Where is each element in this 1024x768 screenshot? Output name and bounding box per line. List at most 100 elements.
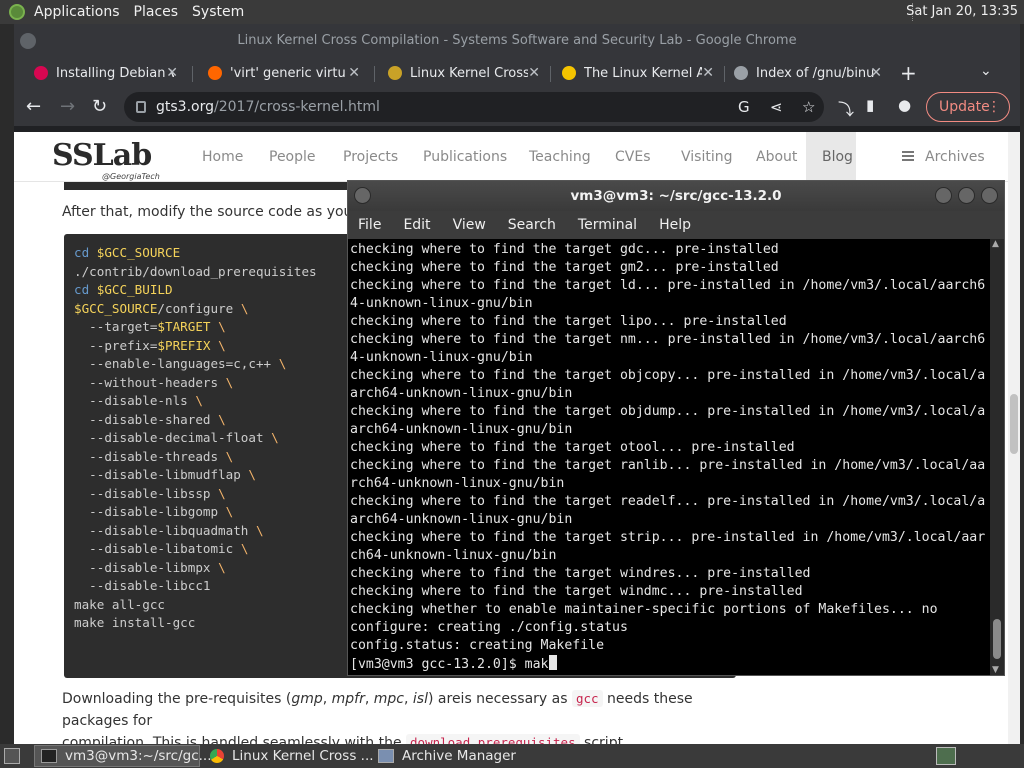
nav-people[interactable]: People xyxy=(269,149,316,165)
chevron-down-icon[interactable]: ⌄ xyxy=(980,63,992,79)
terminal-prompt-line[interactable]: [vm3@vm3 gcc-13.2.0]$ mak xyxy=(350,655,988,674)
code-text: \ xyxy=(188,393,203,408)
menu-search[interactable]: Search xyxy=(508,217,556,233)
terminal-scrollbar-thumb[interactable] xyxy=(993,619,1001,659)
code-text: --disable-decimal-float xyxy=(74,430,264,445)
chrome-window-title: Linux Kernel Cross Compilation - Systems… xyxy=(237,33,797,48)
nav-blog[interactable]: Blog xyxy=(822,149,853,165)
tab-installing-debian[interactable]: Installing Debian v ✕ xyxy=(24,58,186,88)
intro-paragraph: After that, modify the source code as yo… xyxy=(62,204,389,220)
applications-menu[interactable]: Applications xyxy=(34,4,120,20)
minimize-icon[interactable] xyxy=(935,187,952,204)
line-continuation: \ xyxy=(255,522,264,538)
share-icon[interactable]: ⋖ xyxy=(770,92,783,122)
bookmark-star-icon[interactable]: ☆ xyxy=(802,92,815,122)
terminal-prompt: [vm3@vm3 gcc-13.2.0]$ mak xyxy=(350,657,549,672)
scroll-down-icon[interactable]: ▼ xyxy=(992,665,999,675)
task-terminal[interactable]: vm3@vm3:~/src/gc... xyxy=(34,745,212,767)
terminal-output[interactable]: checking where to find the target gdc...… xyxy=(348,239,990,675)
update-label: Update xyxy=(939,99,990,115)
line-continuation: \ xyxy=(240,541,249,556)
nav-publications[interactable]: Publications xyxy=(423,149,507,165)
chrome-titlebar[interactable]: Linux Kernel Cross Compilation - Systems… xyxy=(14,24,1020,58)
extension-icon[interactable]: ⤵ xyxy=(838,96,854,120)
nav-projects[interactable]: Projects xyxy=(343,149,398,165)
update-button[interactable]: Update ⋮ xyxy=(926,92,1010,122)
task-label: Archive Manager xyxy=(402,748,516,764)
body-paragraph: Downloading the pre-requisites (gmp, mpf… xyxy=(62,688,752,744)
close-icon[interactable]: ✕ xyxy=(348,65,360,81)
terminal-line: checking where to find the target objcop… xyxy=(350,368,986,383)
side-panel-icon[interactable]: ▮ xyxy=(866,96,874,114)
nav-teaching[interactable]: Teaching xyxy=(529,149,591,165)
terminal-titlebar[interactable]: vm3@vm3: ~/src/gcc-13.2.0 xyxy=(348,181,1004,211)
tab-linux-kernel-archives[interactable]: The Linux Kernel A ✕ xyxy=(552,58,722,88)
terminal-window: vm3@vm3: ~/src/gcc-13.2.0 File Edit View… xyxy=(347,180,1005,676)
places-menu[interactable]: Places xyxy=(134,4,179,20)
menu-view[interactable]: View xyxy=(453,217,486,233)
clock[interactable]: Sat Jan 20, 13:35 xyxy=(906,4,1018,19)
terminal-line: ch64-unknown-linux-gnu/bin xyxy=(350,548,557,563)
nav-visiting[interactable]: Visiting xyxy=(681,149,732,165)
tab-label: 'virt' generic virtu xyxy=(230,65,346,81)
code-text: --disable-libssp xyxy=(74,485,211,501)
close-icon[interactable]: ✕ xyxy=(166,65,178,81)
tab-label: Installing Debian v xyxy=(56,65,174,81)
terminal-line: rch64-unknown-linux-gnu/bin xyxy=(350,476,565,491)
nav-about[interactable]: About xyxy=(756,149,797,165)
terminal-line: checking where to find the target objdum… xyxy=(350,404,986,419)
code-variable: $PREFIX xyxy=(157,337,211,353)
new-tab-plus-icon[interactable]: + xyxy=(900,61,917,85)
maximize-icon[interactable] xyxy=(958,187,975,204)
system-menu[interactable]: System xyxy=(192,4,244,20)
tab-linux-kernel-cross[interactable]: Linux Kernel Cross ✕ xyxy=(378,58,548,88)
menu-edit[interactable]: Edit xyxy=(403,217,430,233)
menu-terminal[interactable]: Terminal xyxy=(578,217,637,233)
code-text: \ xyxy=(218,449,234,464)
sslab-logo[interactable]: SSLab xyxy=(52,138,152,173)
workspace-switcher-icon[interactable] xyxy=(936,747,956,765)
code-text: --disable-libatomic xyxy=(74,541,234,556)
nav-home[interactable]: Home xyxy=(202,149,243,165)
more-vert-icon[interactable]: ⋮ xyxy=(987,93,1001,121)
task-label: vm3@vm3:~/src/gc... xyxy=(65,748,212,764)
close-icon[interactable]: ✕ xyxy=(870,65,882,81)
terminal-line: arch64-unknown-linux-gnu/bin xyxy=(350,386,573,401)
tab-label: Index of /gnu/binut xyxy=(756,65,874,81)
chrome-icon xyxy=(210,749,224,763)
window-menu-icon[interactable] xyxy=(354,187,371,204)
forward-arrow-icon[interactable]: → xyxy=(60,96,75,117)
back-arrow-icon[interactable]: ← xyxy=(26,96,41,117)
tux-icon xyxy=(562,66,576,80)
sslab-icon xyxy=(388,66,402,80)
task-chrome[interactable]: Linux Kernel Cross ... xyxy=(204,745,374,767)
show-desktop-icon[interactable] xyxy=(4,748,20,764)
terminal-scrollbar[interactable]: ▲ ▼ xyxy=(990,239,1004,675)
profile-icon[interactable]: ● xyxy=(898,96,911,114)
reload-icon[interactable]: ↻ xyxy=(92,96,107,117)
nav-cves[interactable]: CVEs xyxy=(615,149,651,165)
line-continuation: \ xyxy=(218,411,226,427)
close-icon[interactable]: ✕ xyxy=(528,65,540,81)
code-variable: $GCC_BUILD xyxy=(96,282,173,297)
menu-help[interactable]: Help xyxy=(659,217,691,233)
page-scrollbar[interactable] xyxy=(1008,132,1020,744)
distro-logo-icon[interactable] xyxy=(9,4,25,20)
task-archive-manager[interactable]: Archive Manager xyxy=(372,745,532,767)
address-bar[interactable]: gts3.org/2017/cross-kernel.html G ⋖ ☆ xyxy=(124,92,824,122)
menu-file[interactable]: File xyxy=(358,217,381,233)
close-icon[interactable]: ✕ xyxy=(702,65,714,81)
tab-virt-generic[interactable]: 'virt' generic virtu ✕ xyxy=(198,58,368,88)
google-icon[interactable]: G xyxy=(738,92,750,122)
tab-index-gnu-binutils[interactable]: Index of /gnu/binut ✕ xyxy=(724,58,890,88)
para-text: Downloading the pre-requisites ( xyxy=(62,691,292,707)
window-menu-icon[interactable] xyxy=(20,33,36,49)
nav-archives[interactable]: Archives xyxy=(925,149,985,165)
code-variable: $GCC_SOURCE xyxy=(96,245,181,260)
scroll-up-icon[interactable]: ▲ xyxy=(992,239,999,249)
lock-icon[interactable] xyxy=(136,101,146,113)
terminal-line: checking where to find the target lipo..… xyxy=(350,314,787,329)
page-scrollbar-thumb[interactable] xyxy=(1010,394,1018,454)
code-text: --disable-threads xyxy=(74,448,219,464)
close-icon[interactable] xyxy=(981,187,998,204)
